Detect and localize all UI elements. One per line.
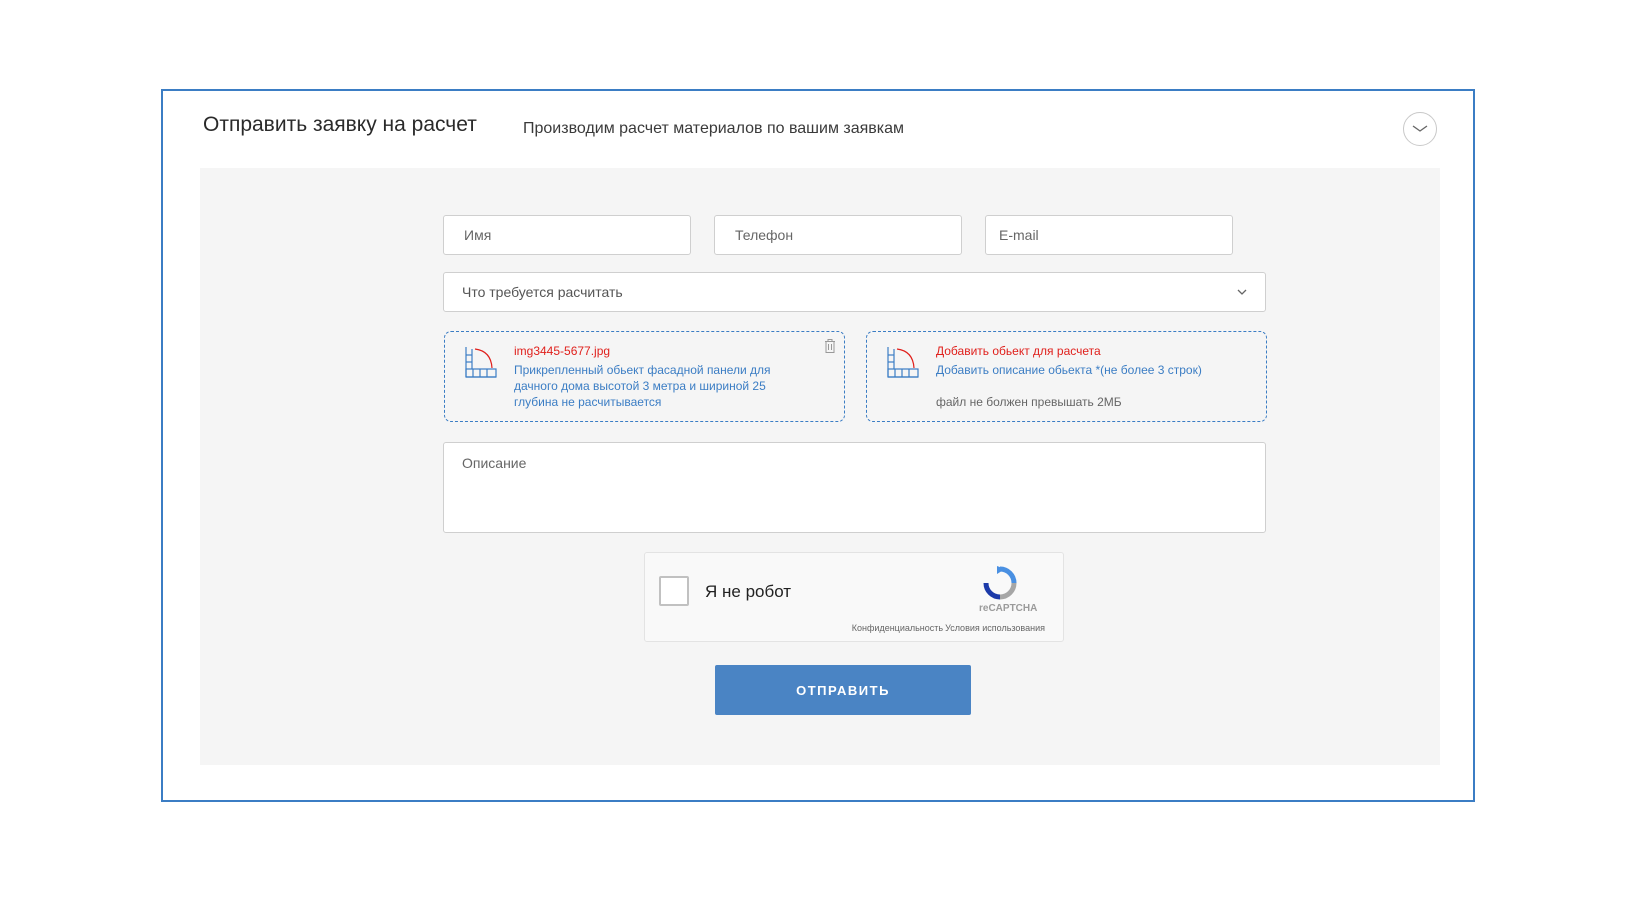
description-textarea[interactable]: [443, 442, 1266, 533]
request-form-card: Отправить заявку на расчет Производим ра…: [161, 89, 1475, 802]
collapse-button[interactable]: [1403, 112, 1437, 146]
recaptcha-logo-icon: [983, 566, 1017, 600]
phone-input[interactable]: [714, 215, 962, 255]
recaptcha-widget: Я не робот reCAPTCHA Конфиденциальность …: [644, 552, 1064, 642]
name-input[interactable]: [443, 215, 691, 255]
chevron-down-icon: [1412, 125, 1428, 132]
add-object-description: Добавить описание обьекта *(не более 3 с…: [936, 363, 1202, 377]
recaptcha-brand: reCAPTCHA: [979, 603, 1038, 614]
file-size-hint: файл не болжен превышать 2МБ: [936, 395, 1122, 409]
add-object-box[interactable]: Добавить обьект для расчета Добавить опи…: [866, 331, 1267, 422]
chevron-down-icon: [1237, 289, 1247, 295]
captcha-label: Я не робот: [705, 582, 792, 601]
blueprint-icon: [887, 347, 919, 378]
submit-button[interactable]: ОТПРАВИТЬ: [715, 665, 971, 715]
trash-icon[interactable]: [824, 339, 836, 353]
email-input[interactable]: [985, 215, 1233, 255]
form-panel: Что требуется расчитать: [200, 168, 1440, 765]
attached-file-box[interactable]: img3445-5677.jpg Прикрепленный обьект фа…: [444, 331, 845, 422]
captcha-links: Конфиденциальность Условия использования: [852, 623, 1045, 633]
privacy-link[interactable]: Конфиденциальность: [852, 623, 943, 633]
form-title: Отправить заявку на расчет: [203, 113, 477, 136]
add-object-title: Добавить обьект для расчета: [936, 344, 1101, 358]
attached-description: Прикрепленный обьект фасадной панели для…: [514, 363, 771, 409]
blueprint-icon: [465, 347, 497, 378]
calc-type-value: Что требуется расчитать: [462, 284, 623, 300]
captcha-checkbox[interactable]: [659, 576, 689, 606]
attached-filename: img3445-5677.jpg: [514, 344, 611, 358]
terms-link[interactable]: Условия использования: [945, 623, 1045, 633]
form-subtitle: Производим расчет материалов по вашим за…: [523, 120, 905, 137]
calc-type-select[interactable]: Что требуется расчитать: [443, 272, 1266, 312]
